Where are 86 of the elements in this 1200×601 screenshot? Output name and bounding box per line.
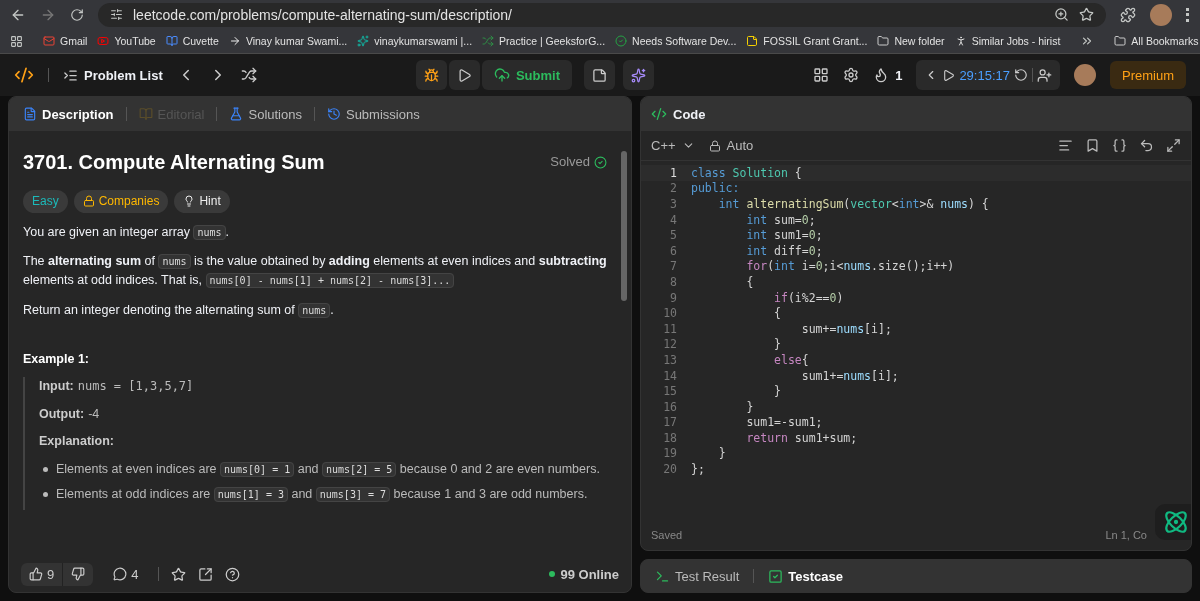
bookmark[interactable]: Similar Jobs - hirist	[954, 35, 1061, 47]
line-number: 5	[669, 228, 677, 243]
bookmark[interactable]: Needs Software Dev...	[615, 35, 737, 47]
bookmark[interactable]: YouTube	[97, 35, 156, 47]
code-line: return sum1+sum;	[745, 430, 858, 445]
code-line: }	[745, 399, 754, 414]
explanation-item: Elements at odd indices are nums[1] = 3 and nums[3] = 7 because 1 and 3 are odd numbers.	[56, 485, 588, 504]
code-line: int diff=0;	[745, 243, 823, 258]
panel-tab[interactable]: Submissions	[322, 106, 424, 122]
timer[interactable]: 29:15:17	[916, 60, 1060, 90]
bookmark[interactable]: Gmail	[43, 35, 88, 47]
code-line: class Solution {	[691, 165, 802, 180]
code-line: {	[745, 274, 754, 289]
code-line: }	[717, 446, 726, 461]
input-label: Input:	[39, 378, 74, 396]
code-line: }	[773, 384, 781, 399]
line-number: 6	[669, 243, 677, 258]
line-number: 9	[669, 290, 677, 305]
code-line: };	[691, 462, 705, 477]
panel-tab[interactable]: Solutions	[225, 106, 306, 122]
line-number: 14	[662, 368, 677, 383]
problem-title: 3701. Compute Alternating Sum	[23, 150, 325, 175]
bookmark[interactable]: vinaykumarswami |...	[357, 35, 473, 47]
code-line: int sum=0;	[745, 212, 816, 227]
line-number: 17	[662, 415, 677, 430]
line-number: 13	[662, 352, 677, 367]
line-number: 11	[662, 321, 677, 336]
code-line: int sum1=0;	[745, 228, 823, 243]
code-line: }	[773, 337, 781, 352]
online-count: 99 Online	[549, 566, 619, 582]
paragraph: The alternating sum of nums is the value obtained by adding elements at even indices and subtracting elements at odd indices. That is, nums[0] - nums[1] + nums[2] - nums[3]...	[23, 252, 607, 291]
cursor-position: Ln 1, Co	[1105, 529, 1147, 541]
code-line: {	[773, 306, 781, 321]
line-number: 15	[662, 384, 677, 399]
line-number: 20	[662, 462, 677, 477]
code-line: sum1=-sum1;	[745, 415, 823, 430]
line-number: 19	[662, 446, 677, 461]
premium-button[interactable]: Premium	[1110, 61, 1186, 89]
code-line: int alternatingSum(vector<int>& nums) {	[717, 197, 989, 211]
explanation-label: Explanation:	[39, 433, 115, 451]
language-select[interactable]: C++	[651, 138, 695, 153]
line-number: 7	[669, 259, 677, 274]
companies-tag[interactable]: Companies	[73, 190, 169, 213]
paragraph: Return an integer denoting the alternating sum of nums .	[23, 301, 335, 320]
url-text: leetcode.com/problems/compute-alternating-sum/description/	[133, 6, 512, 23]
line-number: 16	[662, 399, 677, 414]
auto-mode-toggle[interactable]: Auto	[708, 138, 754, 153]
panel-tab[interactable]: Testcase	[764, 568, 847, 584]
code-line: for(int i=0;i<nums.size();i++)	[745, 259, 955, 274]
code-line: sum+=nums[i];	[800, 321, 892, 336]
output-label: Output:	[39, 405, 85, 423]
difficulty-tag: Easy	[23, 190, 68, 213]
submit-button[interactable]: Submit	[481, 60, 572, 90]
code-line: sum1+=nums[i];	[800, 368, 899, 383]
code-tab[interactable]: Code	[651, 106, 706, 122]
bookmark-folder[interactable]: New folder	[877, 35, 945, 47]
line-number: 1	[669, 165, 677, 180]
panel-tab[interactable]: Test Result	[651, 568, 744, 584]
streak-counter[interactable]: 1	[873, 67, 903, 83]
output-value: -4	[88, 405, 100, 423]
line-number: 10	[662, 306, 677, 321]
comments-button[interactable]: 4	[105, 562, 147, 586]
line-number: 12	[662, 337, 677, 352]
problem-list-link[interactable]: Problem List	[63, 67, 163, 83]
hint-tag[interactable]: Hint	[174, 190, 230, 213]
line-number: 4	[669, 212, 677, 227]
line-number: 2	[669, 181, 677, 196]
bookmark-folder[interactable]: All Bookmarks	[1114, 35, 1199, 47]
code-line: public:	[691, 181, 740, 196]
bookmark[interactable]: Vinay kumar Swami...	[228, 35, 348, 47]
save-status: Saved	[651, 529, 683, 541]
bookmark[interactable]: Cuvette	[165, 35, 219, 47]
address-bar[interactable]: leetcode.com/problems/compute-alternating-sum/description/	[98, 2, 1106, 27]
explanation-item: Elements at even indices are nums[0] = 1 and nums[2] = 5 because 0 and 2 are even numbers.	[56, 460, 600, 479]
code-line: else{	[773, 352, 809, 367]
code-line: if(i%2==0)	[773, 290, 844, 305]
bookmark[interactable]: Practice | GeeksforG...	[482, 35, 606, 47]
input-value: nums = [1,3,5,7]	[77, 378, 194, 396]
panel-tab[interactable]: Description	[19, 106, 118, 122]
solved-status: Solved	[550, 152, 607, 173]
line-number: 3	[669, 197, 677, 211]
paragraph: You are given an integer array nums .	[23, 223, 231, 242]
line-number: 18	[662, 430, 677, 445]
line-number: 8	[669, 274, 677, 289]
bookmark[interactable]: FOSSIL Grant Grant...	[746, 35, 868, 47]
example-heading: Example 1:	[23, 351, 90, 369]
